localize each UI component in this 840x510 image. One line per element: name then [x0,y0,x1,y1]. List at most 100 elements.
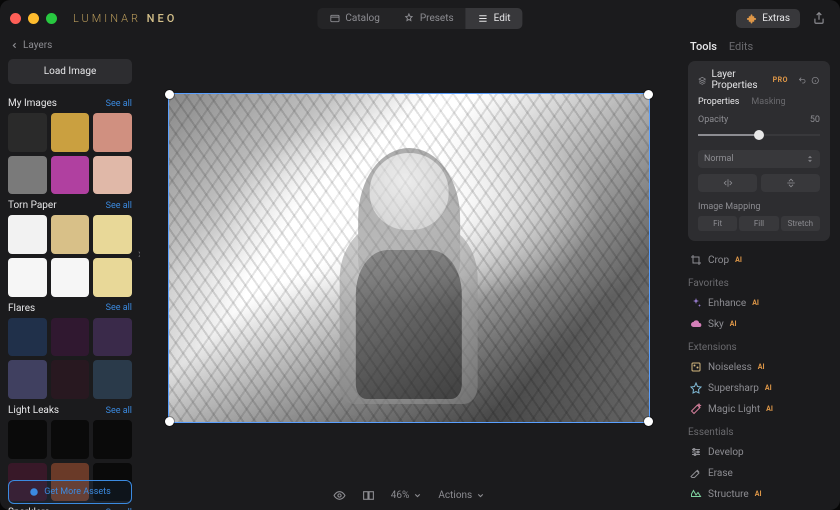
category-label: My Images [8,98,57,109]
see-all-link[interactable]: See all [106,99,132,109]
undo-icon[interactable] [798,75,807,86]
tool-label: Sky [708,319,724,330]
asset-thumbnail[interactable] [51,420,90,459]
presets-icon [404,13,415,24]
tool-develop[interactable]: Develop [688,443,830,461]
lp-tab-properties[interactable]: Properties [698,97,739,107]
asset-thumbnail[interactable] [93,215,132,254]
flip-horizontal-button[interactable] [698,174,757,192]
asset-thumbnail[interactable] [51,113,90,152]
tab-tools[interactable]: Tools [690,40,717,53]
compare-toggle[interactable] [362,489,375,502]
blend-mode-select[interactable]: Normal [698,150,820,168]
minimize-window-button[interactable] [28,13,39,24]
sliders-icon [690,446,702,458]
tab-edits[interactable]: Edits [729,40,753,53]
asset-thumbnail[interactable] [93,156,132,195]
lp-tab-masking[interactable]: Masking [751,97,785,107]
supersharp-icon [690,382,702,394]
asset-thumbnail[interactable] [8,360,47,399]
asset-thumbnail[interactable] [51,318,90,357]
preview-toggle[interactable] [333,489,346,502]
chevron-down-icon [413,491,422,500]
asset-thumbnail[interactable] [51,215,90,254]
nav-catalog[interactable]: Catalog [317,8,391,29]
actions-menu[interactable]: Actions [438,490,485,501]
category-label: Torn Paper [8,200,57,211]
tool-label: Noiseless [708,362,752,373]
nav-edit[interactable]: Edit [466,8,523,29]
see-all-link[interactable]: See all [106,406,132,416]
tool-structure[interactable]: Structure AI [688,485,830,503]
flip-vertical-button[interactable] [761,174,820,192]
selection-handle-br[interactable] [644,417,653,426]
close-window-button[interactable] [10,13,21,24]
shop-icon [29,487,39,497]
canvas[interactable] [140,36,678,480]
asset-thumbnail[interactable] [8,215,47,254]
selection-handle-tr[interactable] [644,90,653,99]
category-label: Light Leaks [8,405,59,416]
asset-thumbnail[interactable] [8,318,47,357]
asset-thumbnail[interactable] [93,420,132,459]
asset-thumbnail[interactable] [8,258,47,297]
asset-thumbnail[interactable] [8,420,47,459]
selection-handle-bl[interactable] [165,417,174,426]
asset-thumbnail[interactable] [93,360,132,399]
mapping-stretch[interactable]: Stretch [781,216,820,231]
nav-presets[interactable]: Presets [392,8,466,29]
mapping-fill[interactable]: Fill [739,216,778,231]
nav-presets-label: Presets [420,13,454,24]
cloud-icon [690,318,702,330]
asset-thumbnail[interactable] [51,360,90,399]
eraser-icon [690,467,702,479]
tool-supersharp[interactable]: Supersharp AI [688,379,830,397]
tool-label: Crop [708,255,729,266]
share-button[interactable] [808,7,830,29]
canvas-area: 46% Actions [140,36,678,510]
asset-thumbnail[interactable] [93,113,132,152]
layers-breadcrumb[interactable]: Layers [8,36,132,55]
layers-icon [698,75,707,86]
mapping-fit[interactable]: Fit [698,216,737,231]
zoom-control[interactable]: 46% [391,490,423,501]
category-header-light-leaks: Light Leaks See all [8,405,132,416]
maximize-window-button[interactable] [46,13,57,24]
asset-thumbnail[interactable] [8,113,47,152]
asset-thumbnail[interactable] [51,156,90,195]
asset-thumbnail[interactable] [93,318,132,357]
thumbs-flares [8,318,132,399]
tool-label: Structure [708,489,749,500]
tool-magic-light[interactable]: Magic Light AI [688,400,830,418]
info-icon[interactable] [811,75,820,86]
see-all-link[interactable]: See all [106,201,132,211]
asset-thumbnail[interactable] [93,258,132,297]
category-label: Flares [8,303,35,314]
chevron-left-icon [10,41,19,50]
tool-sky[interactable]: Sky AI [688,315,830,333]
tool-erase[interactable]: Erase [688,464,830,482]
top-nav: Catalog Presets Edit [317,8,522,29]
opacity-label: Opacity [698,115,728,125]
asset-thumbnail[interactable] [8,156,47,195]
tool-noiseless[interactable]: Noiseless AI [688,358,830,376]
structure-icon [690,488,702,500]
artboard[interactable] [169,94,649,422]
load-image-button[interactable]: Load Image [8,59,132,84]
tool-crop[interactable]: Crop AI [688,251,830,269]
selection-handle-tl[interactable] [165,90,174,99]
opacity-slider[interactable] [698,128,820,142]
get-more-assets-button[interactable]: Get More Assets [8,480,132,504]
tool-enhance[interactable]: Enhance AI [688,294,830,312]
right-panel: Tools Edits Layer Properties PRO Propert… [678,36,840,510]
left-sidebar: Layers Load Image My Images See all Torn… [0,36,140,510]
extras-button[interactable]: Extras [736,9,800,28]
asset-thumbnail[interactable] [51,258,90,297]
actions-label: Actions [438,490,472,501]
group-extensions: Extensions [688,342,830,353]
ai-badge: AI [766,405,773,413]
image-mapping-label: Image Mapping [698,202,820,212]
group-favorites: Favorites [688,278,830,289]
see-all-link[interactable]: See all [106,303,132,313]
share-icon [812,11,826,25]
